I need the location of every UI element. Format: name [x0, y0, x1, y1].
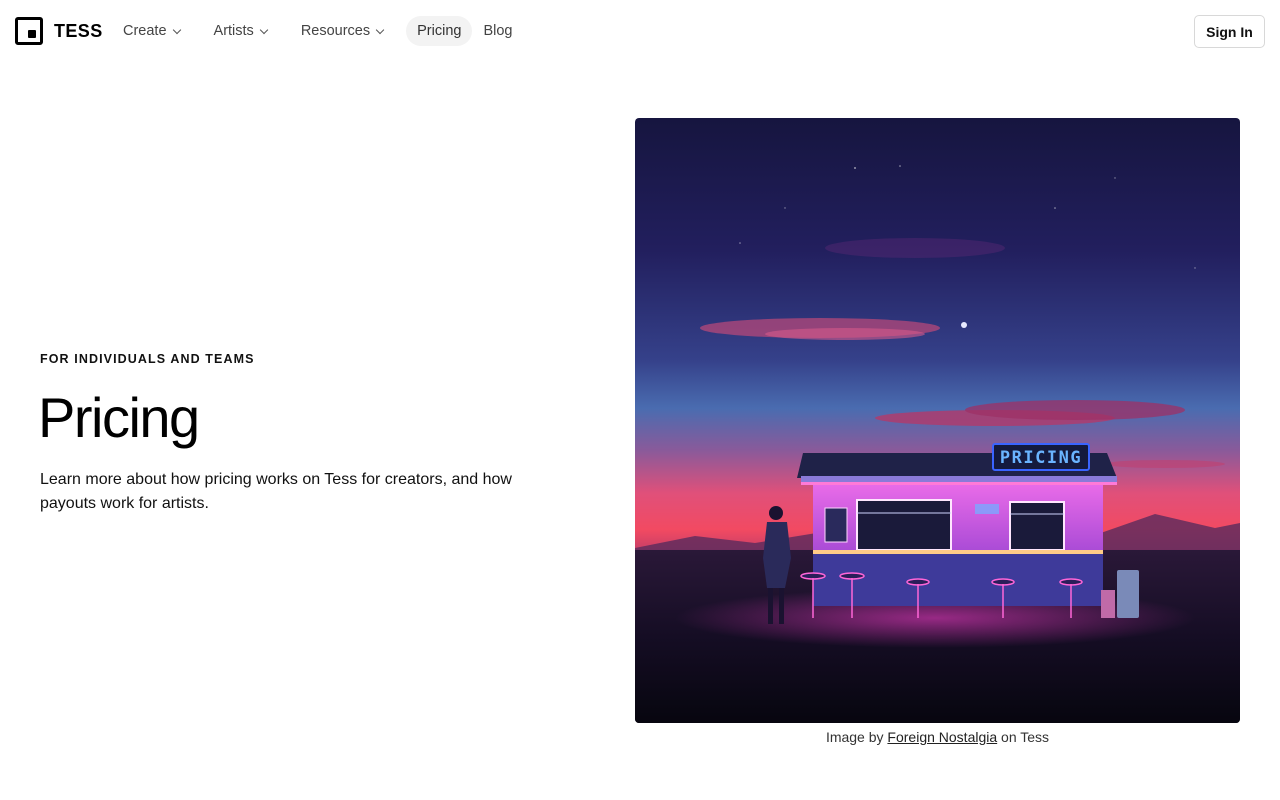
tess-logo[interactable]: TESS: [15, 17, 103, 45]
page-title: Pricing: [38, 386, 200, 449]
nav-item-label: Resources: [300, 23, 371, 39]
diner-illustration: PRICING: [635, 118, 1240, 723]
image-caption: Image by Foreign Nostalgia on Tess: [635, 729, 1240, 745]
brand-name: TESS: [54, 20, 103, 41]
hero-description: Learn more about how pricing works on Te…: [40, 471, 512, 512]
nav-item-create[interactable]: Create: [112, 16, 191, 46]
chevron-down-icon: [259, 25, 269, 34]
nav-item-label: Artists: [213, 23, 254, 39]
nav-item-label: Pricing: [417, 23, 462, 39]
chevron-down-icon: [375, 25, 385, 34]
artist-link[interactable]: Foreign Nostalgia: [887, 729, 997, 745]
main-nav: Create Artists Resources Pricing Blog: [112, 16, 535, 46]
nav-item-label: Blog: [483, 23, 513, 39]
nav-item-label: Create: [123, 23, 167, 39]
site-header: TESS Create Artists Resources Pricing Bl…: [0, 0, 1280, 62]
tess-logo-icon: [15, 17, 43, 45]
nav-item-artists[interactable]: Artists: [203, 16, 278, 46]
caption-prefix: Image by: [825, 729, 884, 745]
diner-sign-text: PRICING: [1000, 448, 1082, 468]
nav-item-pricing[interactable]: Pricing: [406, 16, 473, 46]
nav-item-blog[interactable]: Blog: [472, 16, 523, 46]
nav-item-resources[interactable]: Resources: [290, 16, 394, 46]
caption-suffix: on Tess: [1001, 729, 1050, 745]
hero-eyebrow: FOR INDIVIDUALS AND TEAMS: [40, 352, 255, 366]
sign-in-button[interactable]: Sign In: [1194, 15, 1265, 48]
hero-image[interactable]: PRICING: [635, 118, 1240, 723]
chevron-down-icon: [172, 25, 181, 34]
